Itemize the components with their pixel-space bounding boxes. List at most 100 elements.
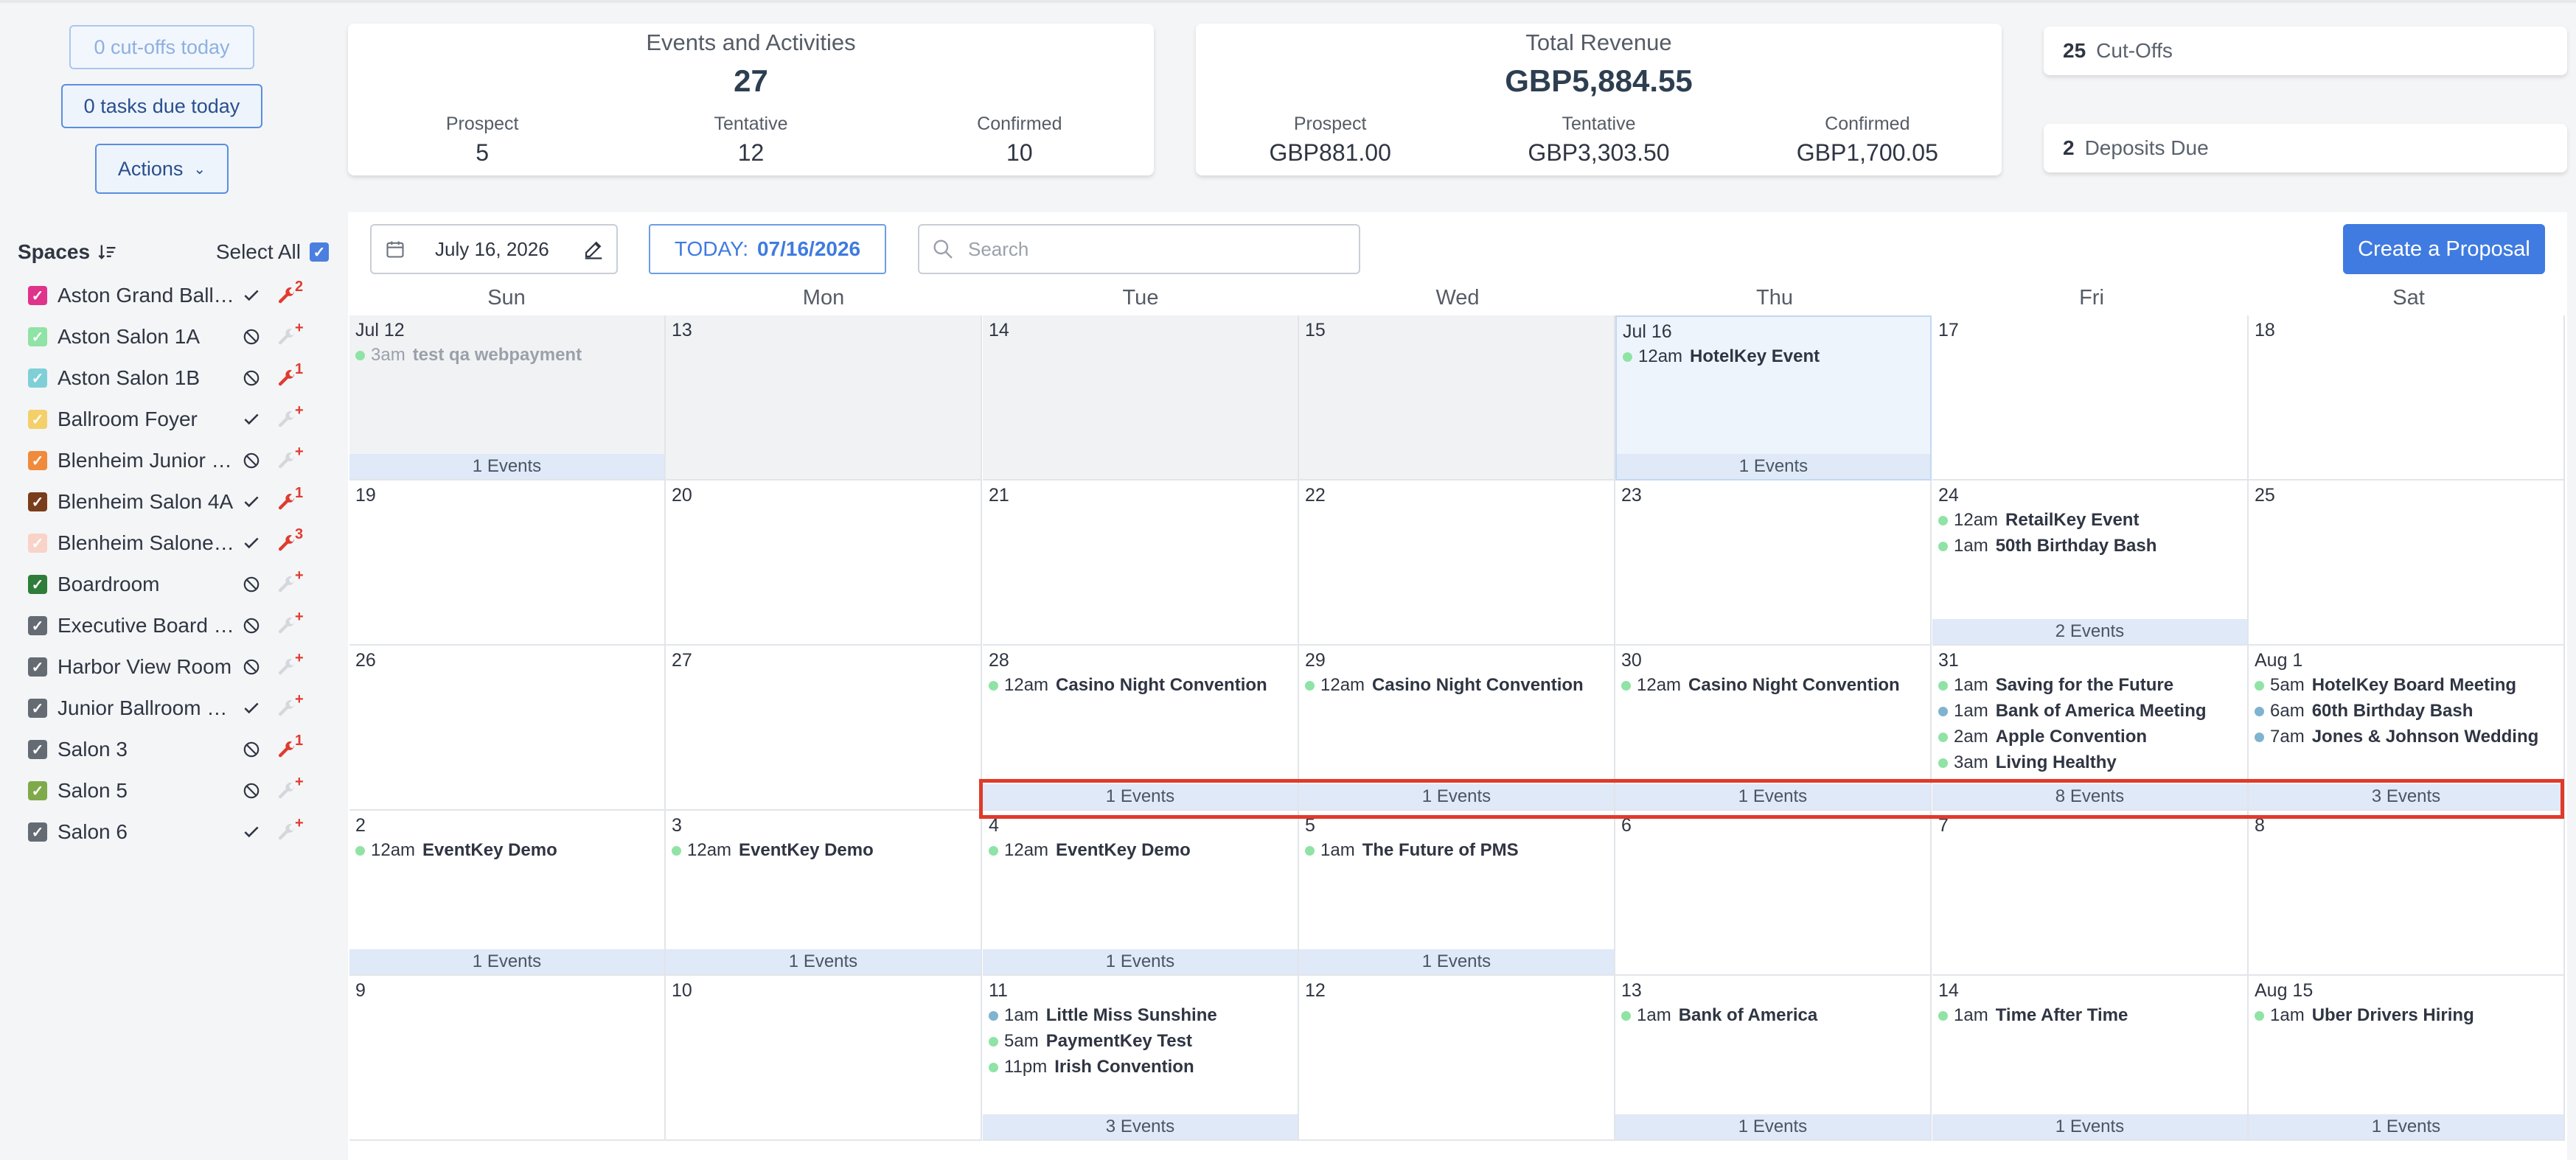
create-proposal-button[interactable]: Create a Proposal <box>2343 224 2545 274</box>
wrench-icon[interactable]: 2 <box>276 279 308 308</box>
cutoffs-card[interactable]: 25 Cut-Offs <box>2044 27 2567 75</box>
events-count-bar[interactable]: 8 Events <box>1932 784 2247 809</box>
events-count-bar[interactable]: 1 Events <box>1617 454 1930 479</box>
calendar-event[interactable]: 2am Apple Convention <box>1938 727 2147 747</box>
events-count-bar[interactable]: 1 Events <box>1615 784 1930 809</box>
calendar-day-cell[interactable]: 13 1am Bank of America 1 Events <box>1615 976 1932 1141</box>
space-row[interactable]: ✓ Salon 6 + <box>28 811 323 853</box>
events-count-bar[interactable]: 1 Events <box>1299 784 1614 809</box>
calendar-day-cell[interactable]: 22 <box>1299 481 1615 646</box>
space-row[interactable]: ✓ Blenheim Junior Ballroom + <box>28 440 323 481</box>
wrench-icon[interactable]: 1 <box>276 485 308 514</box>
calendar-day-cell[interactable]: Aug 15 1am Uber Drivers Hiring 1 Events <box>2249 976 2565 1141</box>
date-picker[interactable]: July 16, 2026 <box>370 224 618 274</box>
search-input[interactable] <box>967 237 1353 262</box>
calendar-event[interactable]: 12am EventKey Demo <box>355 840 557 861</box>
calendar-day-cell[interactable]: 17 <box>1932 315 2249 481</box>
calendar-event[interactable]: 1am The Future of PMS <box>1305 840 1519 861</box>
cutoffs-today-button[interactable]: 0 cut-offs today <box>69 25 254 69</box>
wrench-icon[interactable]: + <box>276 444 308 473</box>
calendar-day-cell[interactable]: 3 12am EventKey Demo 1 Events <box>666 811 982 976</box>
events-count-bar[interactable]: 2 Events <box>1932 619 2247 644</box>
today-button[interactable]: TODAY: 07/16/2026 <box>649 224 886 274</box>
calendar-event[interactable]: 7am Jones & Johnson Wedding <box>2255 727 2538 747</box>
calendar-day-cell[interactable]: 15 <box>1299 315 1615 481</box>
space-row[interactable]: ✓ Salon 3 1 <box>28 729 323 770</box>
calendar-event[interactable]: 3am Living Healthy <box>1938 752 2117 773</box>
calendar-event[interactable]: 5am PaymentKey Test <box>989 1031 1192 1052</box>
calendar-event[interactable]: 1am 50th Birthday Bash <box>1938 536 2156 556</box>
space-checkbox[interactable]: ✓ <box>28 575 47 594</box>
calendar-event[interactable]: 1am Time After Time <box>1938 1005 2128 1026</box>
space-row[interactable]: ✓ Aston Grand Ballroom 2 <box>28 275 323 316</box>
wrench-icon[interactable]: 1 <box>276 733 308 762</box>
calendar-day-cell[interactable]: 6 <box>1615 811 1932 976</box>
deposits-due-card[interactable]: 2 Deposits Due <box>2044 124 2567 172</box>
events-count-bar[interactable]: 3 Events <box>2249 784 2563 809</box>
calendar-event[interactable]: 12am EventKey Demo <box>672 840 874 861</box>
calendar-event[interactable]: 12am EventKey Demo <box>989 840 1191 861</box>
space-checkbox[interactable]: ✓ <box>28 781 47 800</box>
wrench-icon[interactable]: + <box>276 402 308 432</box>
events-count-bar[interactable]: 1 Events <box>349 949 664 974</box>
calendar-event[interactable]: 3am test qa webpayment <box>355 345 582 366</box>
calendar-day-cell[interactable]: Jul 16 12am HotelKey Event 1 Events <box>1615 315 1932 481</box>
search-field[interactable] <box>918 224 1360 274</box>
calendar-day-cell[interactable]: 23 <box>1615 481 1932 646</box>
select-all[interactable]: Select All ✓ <box>216 240 329 264</box>
sort-icon[interactable] <box>97 242 118 262</box>
space-row[interactable]: ✓ Blenheim Salon 4A 1 <box>28 481 323 523</box>
calendar-day-cell[interactable]: 19 <box>349 481 666 646</box>
wrench-icon[interactable]: + <box>276 691 308 721</box>
calendar-day-cell[interactable]: 27 <box>666 646 982 811</box>
calendar-day-cell[interactable]: 31 1am Saving for the Future 1am Bank of Ame… <box>1932 646 2249 811</box>
select-all-checkbox[interactable]: ✓ <box>310 242 329 262</box>
space-checkbox[interactable]: ✓ <box>28 822 47 842</box>
space-checkbox[interactable]: ✓ <box>28 699 47 718</box>
wrench-icon[interactable]: + <box>276 774 308 803</box>
calendar-day-cell[interactable]: 25 <box>2249 481 2565 646</box>
calendar-event[interactable]: 12am Casino Night Convention <box>989 675 1267 696</box>
space-row[interactable]: ✓ Aston Salon 1B 1 <box>28 357 323 399</box>
calendar-event[interactable]: 1am Uber Drivers Hiring <box>2255 1005 2474 1026</box>
calendar-day-cell[interactable]: 11 1am Little Miss Sunshine 5am PaymentKey T… <box>983 976 1299 1141</box>
edit-pencil-icon[interactable] <box>582 238 605 260</box>
events-count-bar[interactable]: 1 Events <box>1299 949 1614 974</box>
space-row[interactable]: ✓ Boardroom + <box>28 564 323 605</box>
actions-dropdown[interactable]: Actions ⌄ <box>95 144 229 194</box>
events-count-bar[interactable]: 1 Events <box>1932 1114 2247 1139</box>
events-count-bar[interactable]: 3 Events <box>983 1114 1298 1139</box>
calendar-day-cell[interactable]: 9 <box>349 976 666 1141</box>
calendar-event[interactable]: 12am RetailKey Event <box>1938 510 2139 531</box>
space-checkbox[interactable]: ✓ <box>28 492 47 511</box>
calendar-event[interactable]: 11pm Irish Convention <box>989 1057 1194 1077</box>
space-row[interactable]: ✓ Executive Board Room + <box>28 605 323 646</box>
calendar-event[interactable]: 1am Bank of America Meeting <box>1938 701 2207 721</box>
calendar-day-cell[interactable]: 14 <box>983 315 1299 481</box>
calendar-day-cell[interactable]: 30 12am Casino Night Convention 1 Events <box>1615 646 1932 811</box>
space-checkbox[interactable]: ✓ <box>28 327 47 346</box>
tasks-due-today-button[interactable]: 0 tasks due today <box>61 84 262 128</box>
calendar-day-cell[interactable]: 24 12am RetailKey Event 1am 50th Birthday Ba… <box>1932 481 2249 646</box>
space-checkbox[interactable]: ✓ <box>28 740 47 759</box>
space-checkbox[interactable]: ✓ <box>28 286 47 305</box>
space-checkbox[interactable]: ✓ <box>28 451 47 470</box>
calendar-day-cell[interactable]: 18 <box>2249 315 2565 481</box>
calendar-event[interactable]: 12am Casino Night Convention <box>1621 675 1900 696</box>
wrench-icon[interactable]: + <box>276 567 308 597</box>
space-checkbox[interactable]: ✓ <box>28 534 47 553</box>
calendar-event[interactable]: 1am Little Miss Sunshine <box>989 1005 1217 1026</box>
space-row[interactable]: ✓ Junior Ballroom Foyer + <box>28 688 323 729</box>
space-checkbox[interactable]: ✓ <box>28 368 47 388</box>
wrench-icon[interactable]: + <box>276 815 308 845</box>
events-count-bar[interactable]: 1 Events <box>666 949 981 974</box>
space-row[interactable]: ✓ Aston Salon 1A + <box>28 316 323 357</box>
calendar-day-cell[interactable]: 29 12am Casino Night Convention 1 Events <box>1299 646 1615 811</box>
wrench-icon[interactable]: + <box>276 609 308 638</box>
events-count-bar[interactable]: 1 Events <box>983 784 1298 809</box>
calendar-event[interactable]: 1am Bank of America <box>1621 1005 1817 1026</box>
space-row[interactable]: ✓ Blenheim Salone 4B 3 <box>28 523 323 564</box>
calendar-event[interactable]: 12am Casino Night Convention <box>1305 675 1584 696</box>
wrench-icon[interactable]: + <box>276 650 308 679</box>
events-count-bar[interactable]: 1 Events <box>983 949 1298 974</box>
